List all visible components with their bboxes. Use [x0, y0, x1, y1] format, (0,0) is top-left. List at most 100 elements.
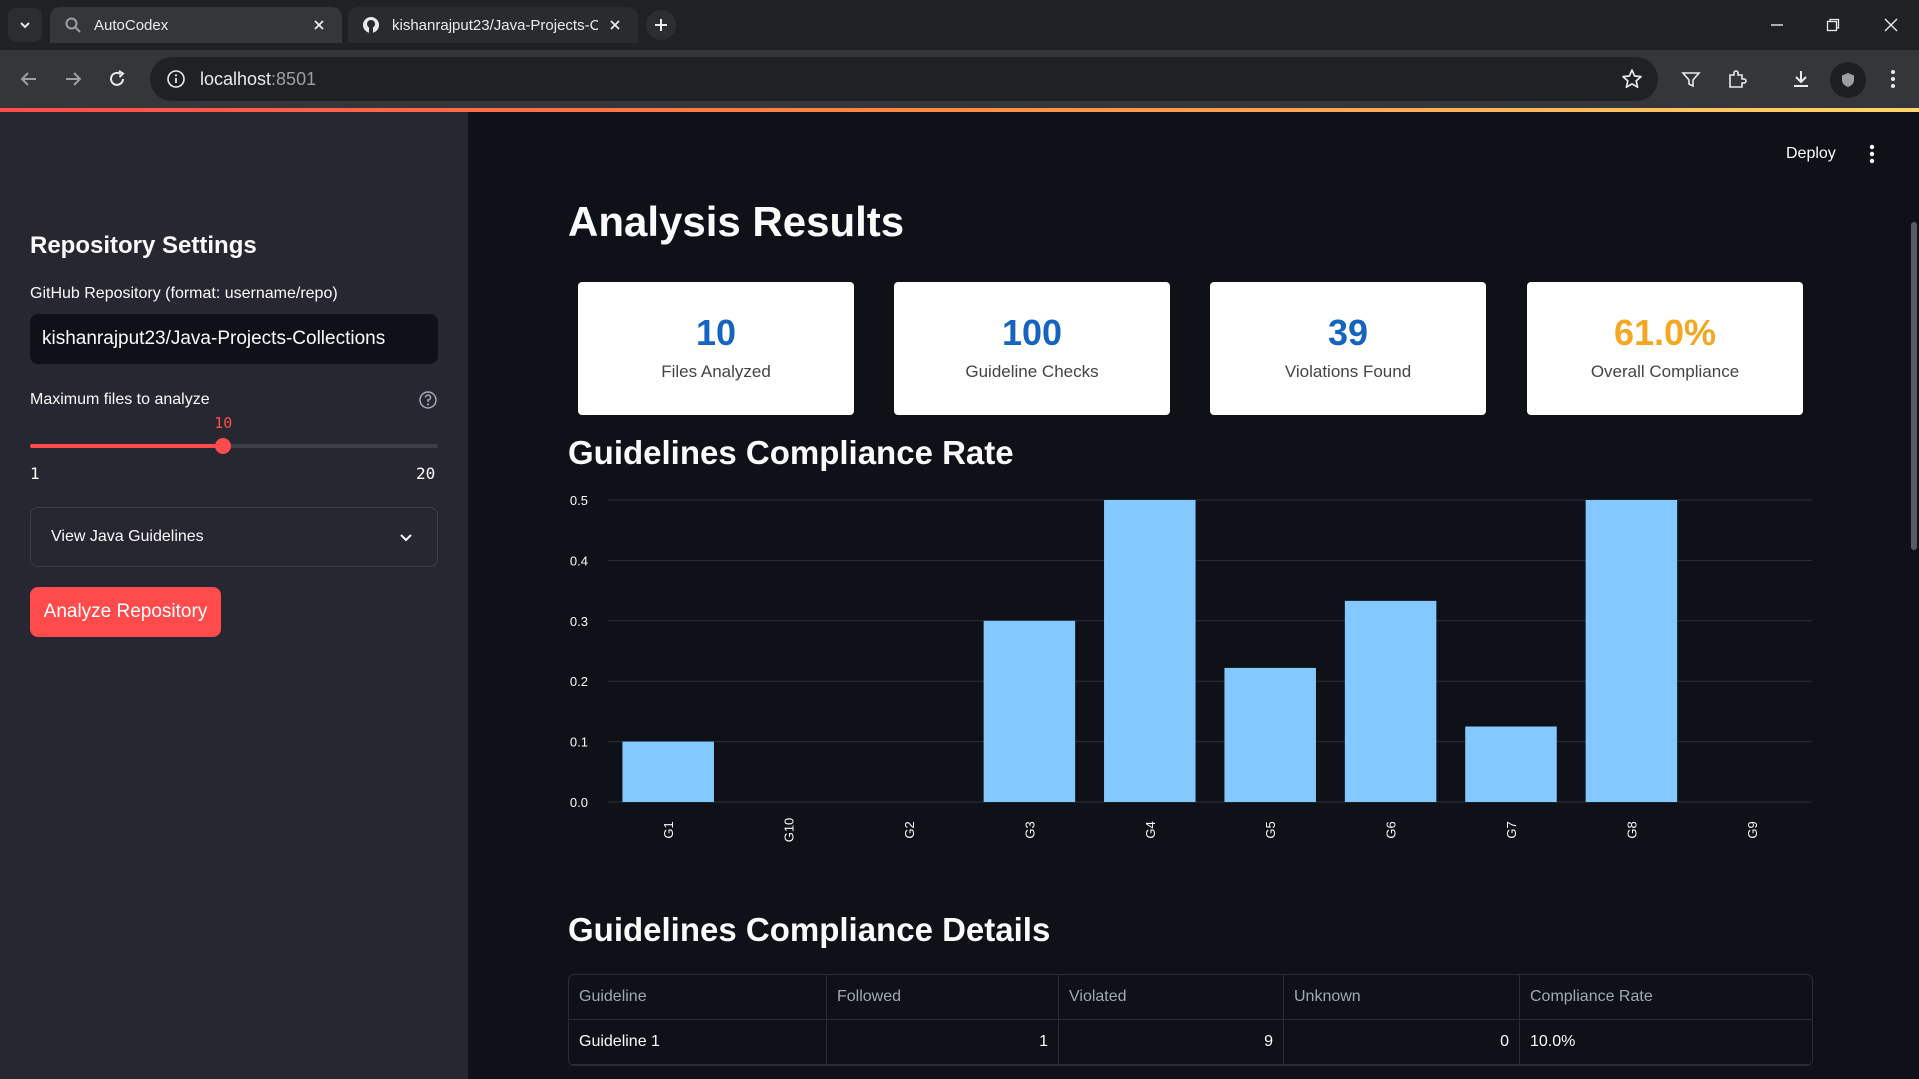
max-files-slider[interactable]	[30, 438, 438, 454]
metric-overall-compliance: 61.0% Overall Compliance	[1527, 282, 1803, 415]
close-window-button[interactable]	[1876, 10, 1906, 40]
browser-toolbar: localhost:8501	[0, 50, 1919, 108]
metric-label: Guideline Checks	[965, 362, 1099, 381]
downloads-button[interactable]	[1788, 66, 1814, 92]
filter-icon	[1681, 72, 1701, 88]
expander-label: View Java Guidelines	[51, 528, 204, 545]
metric-label: Files Analyzed	[661, 362, 771, 381]
column-header[interactable]: Followed	[827, 975, 1059, 1019]
puzzle-icon	[1729, 70, 1747, 88]
arrow-left-icon	[20, 72, 36, 86]
y-tick-label: 0.4	[570, 553, 588, 568]
bar	[1585, 500, 1678, 802]
slider-fill	[30, 444, 224, 448]
close-icon	[1884, 18, 1898, 32]
metric-value: 61.0%	[1613, 312, 1717, 353]
java-guidelines-expander[interactable]: View Java Guidelines	[30, 507, 438, 567]
slider-max: 20	[416, 464, 436, 483]
x-tick-label: G9	[1745, 821, 1760, 838]
reload-icon	[110, 70, 125, 86]
reload-button[interactable]	[102, 64, 132, 94]
restore-button[interactable]	[1818, 10, 1848, 40]
x-tick-label: G7	[1504, 821, 1519, 838]
max-files-label: Maximum files to analyze	[30, 391, 210, 408]
table-cell: 10.0%	[1530, 1033, 1576, 1050]
y-tick-label: 0.3	[570, 614, 588, 629]
download-icon	[1794, 71, 1808, 87]
column-header[interactable]: Unknown	[1284, 975, 1520, 1019]
x-tick-label: G6	[1384, 821, 1399, 838]
close-icon[interactable]	[606, 16, 624, 34]
table-cell: Guideline 1	[569, 1020, 827, 1064]
bar	[1344, 600, 1437, 802]
minimize-icon	[1771, 24, 1783, 26]
bar	[1104, 500, 1196, 802]
table-cell: 1	[827, 1020, 1059, 1064]
back-button[interactable]	[14, 64, 44, 94]
deploy-button[interactable]: Deploy	[1786, 145, 1836, 163]
x-tick-label: G3	[1022, 821, 1037, 838]
chevron-down-icon	[20, 22, 30, 29]
analyze-repository-button[interactable]: Analyze Repository	[30, 587, 221, 637]
bar	[983, 620, 1076, 802]
x-tick-label: G8	[1624, 821, 1639, 838]
bar	[1465, 726, 1557, 802]
shield-icon	[1842, 73, 1854, 87]
tab-search-button[interactable]	[8, 8, 42, 42]
browser-tab-autocodex[interactable]: AutoCodex	[50, 7, 342, 43]
y-tick-label: 0.2	[570, 674, 588, 689]
compliance-details-table: Guideline Followed Violated Unknown Comp…	[568, 974, 1813, 1066]
new-tab-button[interactable]	[646, 10, 676, 40]
browser-tab-github[interactable]: kishanrajput23/Java-Projects-Co	[348, 7, 638, 43]
help-icon[interactable]	[418, 390, 438, 410]
browser-tab-bar: AutoCodex kishanrajput23/Java-Projects-C…	[0, 0, 1919, 50]
metric-value: 100	[1001, 312, 1063, 353]
kebab-menu-icon[interactable]	[1862, 142, 1882, 166]
tab-title: AutoCodex	[94, 16, 169, 34]
bar	[1224, 667, 1316, 802]
tab-title: kishanrajput23/Java-Projects-Co	[392, 16, 598, 34]
chevron-down-icon	[400, 534, 412, 542]
address-bar[interactable]: localhost:8501	[150, 57, 1658, 101]
y-tick-label: 0.1	[570, 735, 588, 750]
forward-button[interactable]	[58, 64, 88, 94]
extension-button[interactable]	[1678, 66, 1704, 92]
x-tick-label: G5	[1263, 821, 1278, 838]
table-row[interactable]: Guideline 1 1 9 0 10.0%	[569, 1020, 1812, 1065]
column-header[interactable]: Violated	[1059, 975, 1284, 1019]
x-tick-label: G10	[782, 818, 797, 843]
x-tick-label: G1	[661, 821, 676, 838]
metric-violations-found: 39 Violations Found	[1210, 282, 1486, 415]
metric-guideline-checks: 100 Guideline Checks	[894, 282, 1170, 415]
y-tick-label: 0.0	[570, 795, 588, 810]
browser-menu-button[interactable]	[1880, 66, 1906, 92]
compliance-bar-chart: 0.0 0.1 0.2 0.3 0.4 0.5 G1 G10 G2 G3 G4 G5 G6 G7 G8 G9	[570, 493, 1812, 843]
column-header[interactable]: Guideline	[569, 975, 827, 1019]
chart-section-title: Guidelines Compliance Rate	[568, 434, 1014, 471]
x-tick-label: G4	[1143, 821, 1158, 838]
profile-avatar[interactable]	[1830, 62, 1866, 98]
slider-min: 1	[30, 464, 40, 483]
close-icon[interactable]	[310, 16, 328, 34]
y-tick-label: 0.5	[570, 493, 588, 508]
star-icon[interactable]	[1620, 67, 1644, 91]
info-icon	[167, 70, 185, 88]
repo-input[interactable]	[30, 314, 438, 364]
plus-icon	[655, 19, 667, 31]
extensions-button[interactable]	[1724, 66, 1750, 92]
minimize-button[interactable]	[1762, 10, 1792, 40]
slider-value: 10	[214, 414, 233, 432]
restore-icon	[1826, 18, 1840, 32]
sidebar-title: Repository Settings	[30, 232, 257, 259]
metric-value: 39	[1327, 312, 1369, 353]
metric-value: 10	[695, 312, 737, 353]
table-cell: 9	[1059, 1020, 1284, 1064]
metric-label: Violations Found	[1284, 362, 1412, 381]
column-header[interactable]: Compliance Rate	[1520, 975, 1812, 1019]
main-scrollbar[interactable]	[1911, 222, 1917, 550]
arrow-right-icon	[66, 72, 82, 86]
site-info-button[interactable]	[154, 57, 198, 101]
metric-files-analyzed: 10 Files Analyzed	[578, 282, 854, 415]
github-icon	[363, 17, 379, 33]
details-section-title: Guidelines Compliance Details	[568, 911, 1051, 948]
